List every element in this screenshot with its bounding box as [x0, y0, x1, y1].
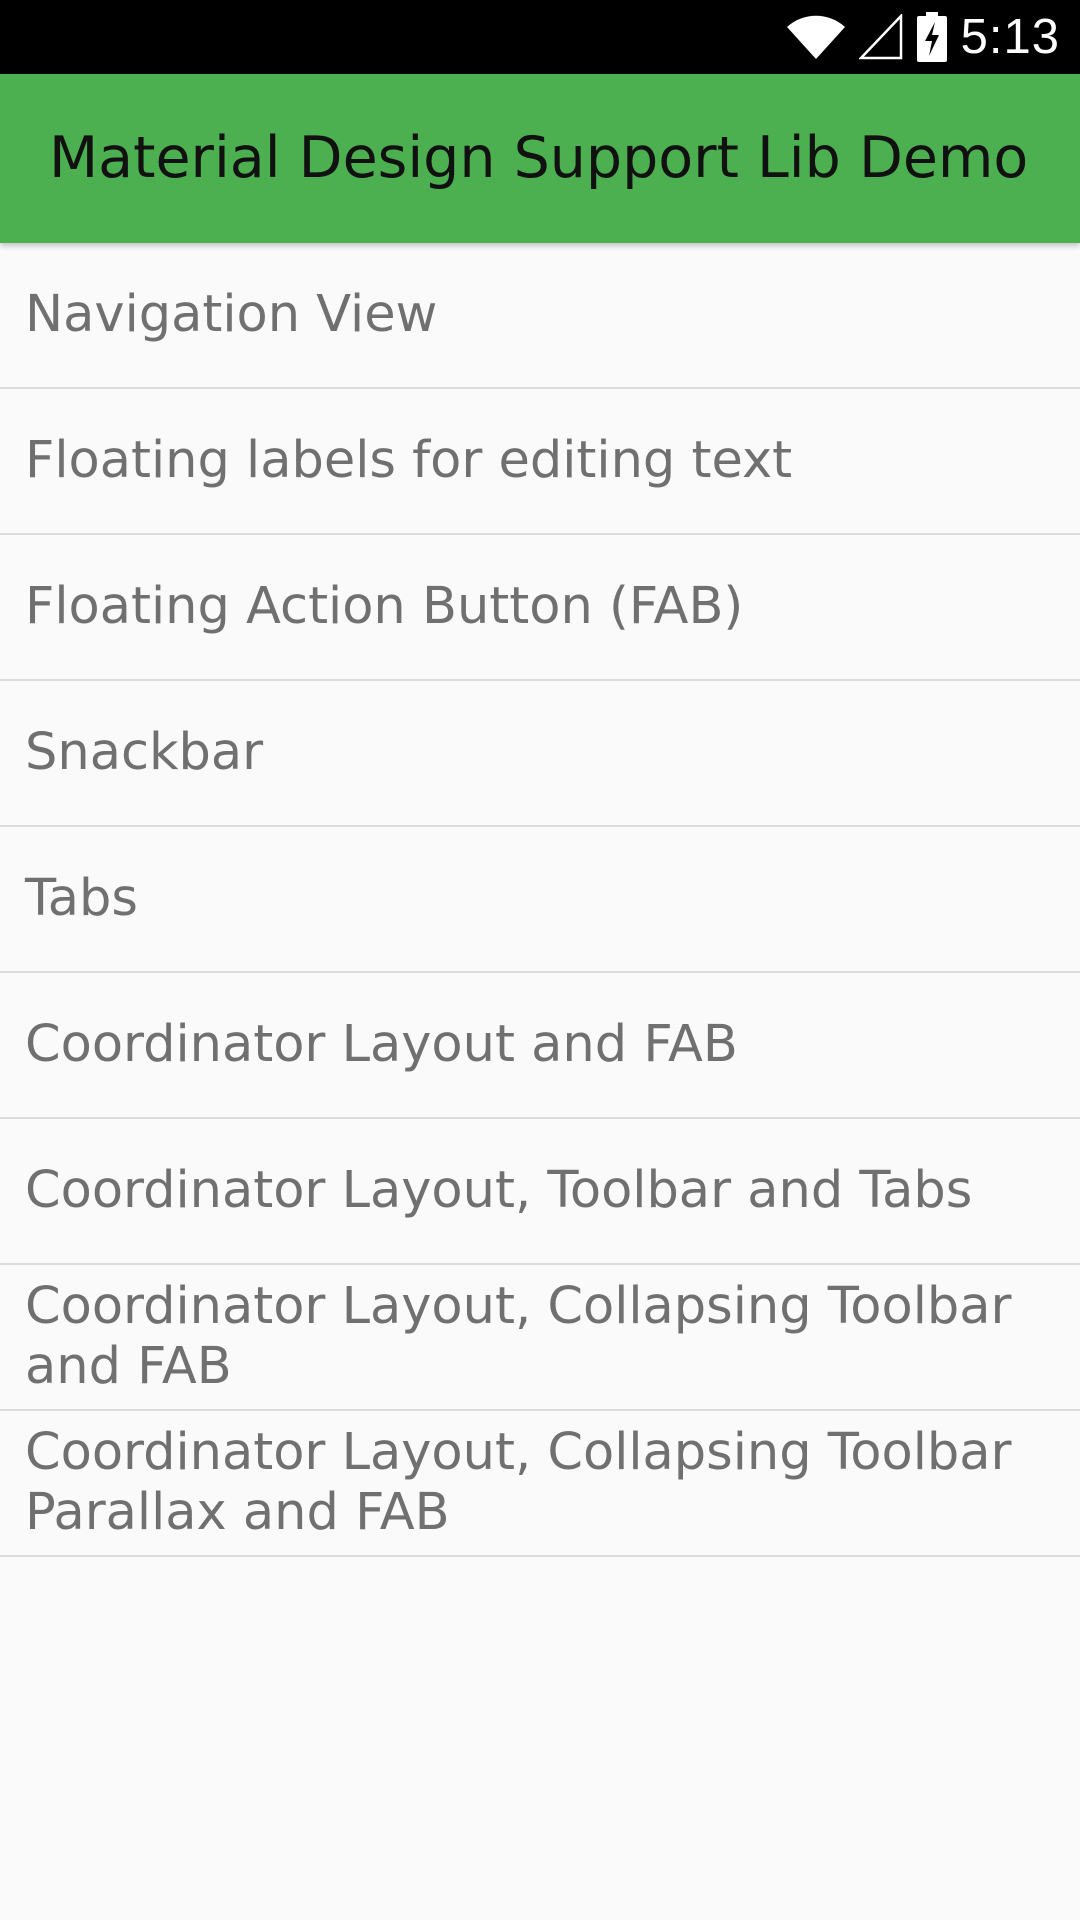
demo-list: Navigation View Floating labels for edit…: [0, 243, 1080, 1557]
list-item-navigation-view[interactable]: Navigation View: [0, 243, 1080, 389]
list-item-label: Coordinator Layout and FAB: [25, 1015, 738, 1074]
battery-charging-icon: [916, 12, 947, 62]
app-title: Material Design Support Lib Demo: [49, 125, 1029, 191]
list-item-label: Coordinator Layout, Toolbar and Tabs: [25, 1161, 973, 1220]
status-icons: 5:13: [786, 0, 1060, 74]
status-bar: 5:13: [0, 0, 1080, 74]
list-item-label: Tabs: [25, 869, 138, 928]
list-item-coordinator-fab[interactable]: Coordinator Layout and FAB: [0, 973, 1080, 1119]
list-item-fab[interactable]: Floating Action Button (FAB): [0, 535, 1080, 681]
list-item-floating-labels[interactable]: Floating labels for editing text: [0, 389, 1080, 535]
list-item-label: Navigation View: [25, 285, 438, 344]
wifi-icon: [786, 15, 845, 59]
list-item-label: Coordinator Layout, Collapsing Toolbar a…: [25, 1277, 1012, 1396]
list-item-coordinator-collapsing-fab[interactable]: Coordinator Layout, Collapsing Toolbar a…: [0, 1265, 1080, 1411]
status-time: 5:13: [960, 10, 1060, 64]
app-bar: Material Design Support Lib Demo: [0, 74, 1080, 243]
list-item-label: Floating labels for editing text: [25, 431, 793, 490]
list-item-label: Floating Action Button (FAB): [25, 577, 744, 636]
list-item-snackbar[interactable]: Snackbar: [0, 681, 1080, 827]
list-item-tabs[interactable]: Tabs: [0, 827, 1080, 973]
list-item-label: Coordinator Layout, Collapsing Toolbar P…: [25, 1423, 1012, 1542]
list-item-coordinator-toolbar-tabs[interactable]: Coordinator Layout, Toolbar and Tabs: [0, 1119, 1080, 1265]
list-item-coordinator-parallax-fab[interactable]: Coordinator Layout, Collapsing Toolbar P…: [0, 1411, 1080, 1557]
cell-signal-icon: [858, 14, 902, 60]
list-item-label: Snackbar: [25, 723, 264, 782]
